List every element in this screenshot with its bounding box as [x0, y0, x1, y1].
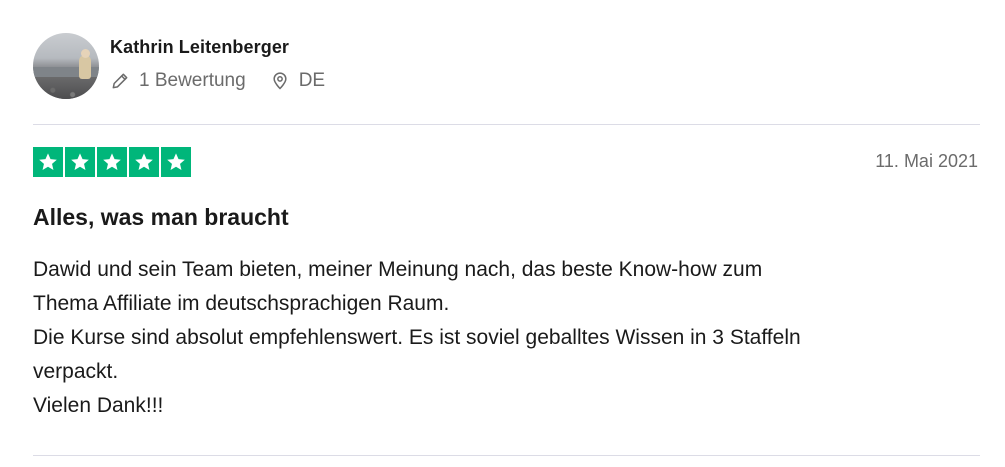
reviewer-name[interactable]: Kathrin Leitenberger: [110, 35, 325, 59]
star-icon: [129, 147, 159, 177]
review-body-line: verpackt.: [33, 360, 119, 383]
star-icon: [33, 147, 63, 177]
review-body-line: Die Kurse sind absolut empfehlenswert. E…: [33, 326, 801, 349]
reviewer-stats: 1 Bewertung DE: [110, 70, 325, 92]
review-title[interactable]: Alles, was man braucht: [33, 204, 289, 231]
divider: [33, 124, 980, 125]
review-date: 11. Mai 2021: [875, 151, 978, 171]
review-body-line: Thema Affiliate im deutschsprachigen Rau…: [33, 292, 450, 315]
review-body-line: Dawid und sein Team bieten, meiner Meinu…: [33, 258, 763, 281]
star-icon: [97, 147, 127, 177]
location-pin-icon: [273, 72, 287, 90]
star-icon: [161, 147, 191, 177]
country-label: DE: [298, 70, 326, 91]
review-card: Kathrin Leitenberger 1 Bewertung DE 11. …: [0, 0, 1005, 467]
pencil-icon: [112, 73, 128, 89]
review-count: 1 Bewertung: [110, 70, 246, 92]
avatar[interactable]: [33, 33, 99, 99]
review-count-label: 1 Bewertung: [139, 70, 246, 91]
reviewer-country: DE: [270, 70, 325, 92]
reviewer-meta: Kathrin Leitenberger 1 Bewertung DE: [110, 33, 325, 92]
star-icon: [65, 147, 95, 177]
review-body: Dawid und sein Team bieten, meiner Meinu…: [33, 253, 983, 423]
review-body-line: Vielen Dank!!!: [33, 394, 164, 417]
reviewer-header: Kathrin Leitenberger 1 Bewertung DE: [33, 33, 325, 99]
divider: [33, 455, 980, 456]
star-rating: [33, 147, 191, 177]
